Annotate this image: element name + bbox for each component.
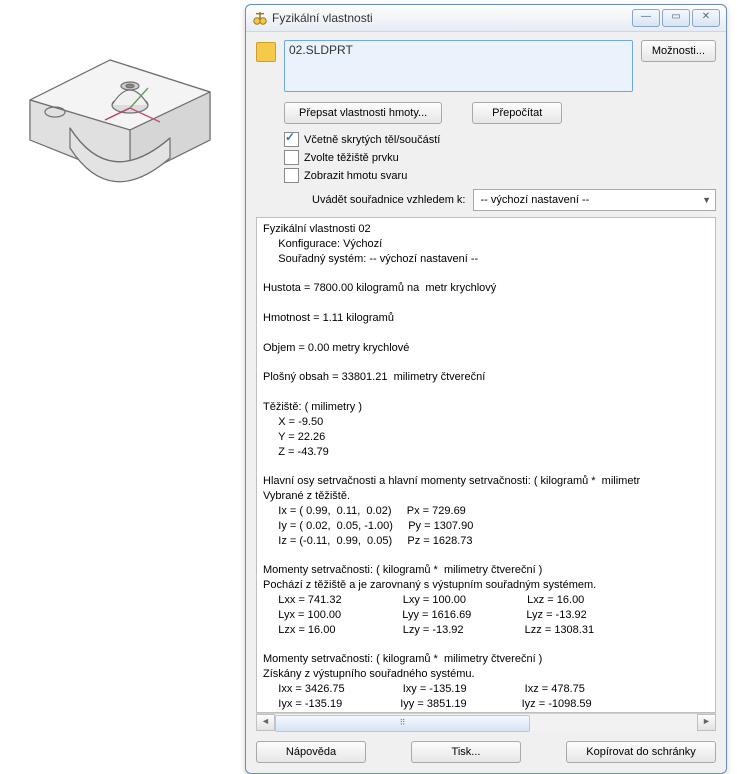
hidden-bodies-checkbox[interactable] — [284, 132, 299, 147]
scroll-track[interactable]: ⠿ — [275, 715, 697, 730]
file-field[interactable]: 02.SLDPRT — [284, 40, 633, 92]
coord-system-value: -- výchozí nastavení -- — [480, 194, 589, 206]
results-textbox[interactable]: Fyzikální vlastnosti 02 Konfigurace: Výc… — [256, 217, 716, 713]
print-button[interactable]: Tisk... — [411, 741, 521, 763]
model-viewport — [10, 30, 230, 230]
coord-label: Uvádět souřadnice vzhledem k: — [312, 194, 465, 206]
hidden-bodies-label: Včetně skrytých těl/součástí — [304, 134, 440, 146]
help-button[interactable]: Nápověda — [256, 741, 366, 763]
copy-clipboard-button[interactable]: Kopírovat do schránky — [566, 741, 716, 763]
mass-properties-dialog: Fyzikální vlastnosti — ▭ ✕ 02.SLDPRT Mož… — [245, 4, 727, 774]
scroll-thumb[interactable]: ⠿ — [275, 715, 530, 732]
window-title: Fyzikální vlastnosti — [272, 11, 630, 25]
scroll-right-button[interactable]: ► — [697, 714, 716, 731]
scroll-left-button[interactable]: ◄ — [256, 714, 275, 731]
app-icon — [252, 10, 268, 26]
centroid-checkbox[interactable] — [284, 150, 299, 165]
close-button[interactable]: ✕ — [692, 9, 720, 27]
document-icon — [256, 42, 276, 62]
titlebar[interactable]: Fyzikální vlastnosti — ▭ ✕ — [246, 5, 726, 32]
chevron-down-icon: ▼ — [702, 195, 711, 205]
weld-mass-checkbox[interactable] — [284, 168, 299, 183]
options-button[interactable]: Možnosti... — [641, 40, 716, 62]
centroid-label: Zvolte těžiště prvku — [304, 152, 399, 164]
part-sketch — [10, 30, 230, 233]
override-mass-button[interactable]: Přepsat vlastnosti hmoty... — [284, 102, 442, 124]
recalculate-button[interactable]: Přepočítat — [472, 102, 562, 124]
maximize-button[interactable]: ▭ — [662, 9, 690, 27]
horizontal-scrollbar[interactable]: ◄ ⠿ ► — [256, 713, 716, 731]
minimize-button[interactable]: — — [632, 9, 660, 27]
weld-mass-label: Zobrazit hmotu svaru — [304, 170, 407, 182]
coord-system-dropdown[interactable]: -- výchozí nastavení -- ▼ — [473, 189, 716, 211]
